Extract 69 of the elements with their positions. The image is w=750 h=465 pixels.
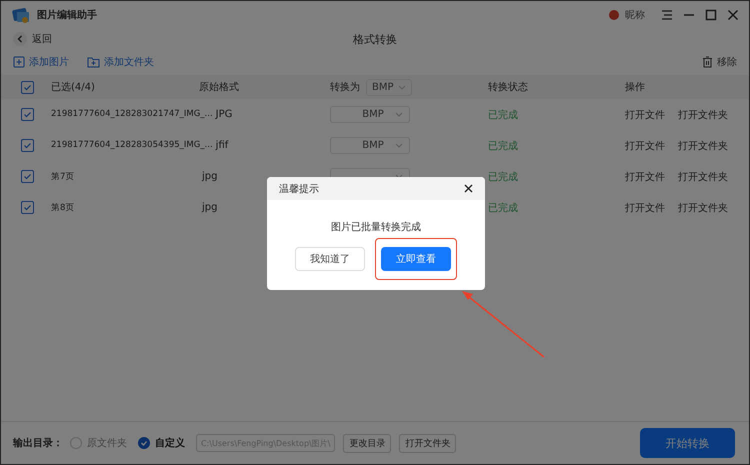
file-name: 21981777604_128283054395_IMG_... xyxy=(51,140,213,151)
action-link[interactable]: 打开文件夹 xyxy=(678,138,728,152)
status-text: 已完成 xyxy=(488,170,519,184)
action-link[interactable]: 打开文件 xyxy=(625,138,665,152)
row-checkbox[interactable] xyxy=(21,139,34,152)
trash-icon[interactable] xyxy=(702,56,713,68)
output-label: 输出目录： xyxy=(13,436,63,450)
dialog-title: 温馨提示 xyxy=(279,182,319,196)
action-link[interactable]: 打开文件 xyxy=(625,108,665,122)
check-icon xyxy=(23,172,32,181)
column-header: 转换为 xyxy=(330,80,360,94)
column-header: 操作 xyxy=(625,81,645,94)
action-link[interactable]: 打开文件夹 xyxy=(678,170,728,184)
action-link[interactable]: 打开文件夹 xyxy=(678,108,728,122)
page-title: 格式转换 xyxy=(353,32,397,46)
menu-icon[interactable] xyxy=(661,9,673,21)
status-text: 已完成 xyxy=(488,202,519,214)
radio-button[interactable] xyxy=(138,437,150,449)
add-folder-button[interactable]: 添加文件夹 xyxy=(104,55,154,69)
row-checkbox[interactable] xyxy=(21,170,34,183)
action-link[interactable]: 打开文件 xyxy=(625,170,665,184)
add-image-button[interactable]: 添加图片 xyxy=(29,55,69,69)
action-link[interactable]: 打开文件 xyxy=(625,200,665,214)
select-all-checkbox[interactable] xyxy=(21,80,34,94)
avatar-icon[interactable] xyxy=(609,10,619,20)
dialog-message: 图片已批量转换完成 xyxy=(330,220,422,234)
back-icon[interactable] xyxy=(13,32,27,46)
column-header: 转换状态 xyxy=(488,80,529,94)
format-dropdown[interactable]: BMP xyxy=(330,106,410,123)
add-folder-icon[interactable] xyxy=(87,56,100,68)
row-checkbox[interactable] xyxy=(21,201,34,214)
column-header: 已选(4/4) xyxy=(51,80,96,94)
back-link[interactable]: 返回 xyxy=(32,32,52,46)
start-convert-button[interactable]: 开始转换 xyxy=(640,428,735,458)
add-file-icon[interactable] xyxy=(13,56,25,68)
remove-button[interactable]: 移除 xyxy=(717,55,737,69)
file-name: 第8页 xyxy=(51,202,76,214)
folder-button[interactable]: 更改目录 xyxy=(343,434,392,452)
file-format: jfif xyxy=(216,140,228,151)
close-icon[interactable] xyxy=(464,184,473,193)
file-format: jpg xyxy=(202,170,218,182)
caret-icon xyxy=(398,84,406,90)
dialog-button[interactable]: 我知道了 xyxy=(295,247,365,271)
check-icon xyxy=(140,439,148,447)
dialog-button[interactable]: 立即查看 xyxy=(381,247,451,271)
format-dropdown[interactable]: BMP xyxy=(330,137,410,154)
radio-label[interactable]: 原文件夹 xyxy=(87,436,127,450)
status-text: 已完成 xyxy=(488,108,519,122)
caret-icon xyxy=(395,112,403,117)
file-name: 第7页 xyxy=(51,170,76,182)
check-icon xyxy=(23,203,32,212)
folder-button[interactable]: 打开文件夹 xyxy=(399,434,456,452)
app-title: 图片编辑助手 xyxy=(37,8,97,22)
check-icon xyxy=(23,82,32,92)
row-checkbox[interactable] xyxy=(21,108,34,121)
check-icon xyxy=(23,141,32,150)
format-dropdown[interactable]: BMP xyxy=(366,78,412,96)
radio-label[interactable]: 自定义 xyxy=(155,436,185,450)
caret-icon xyxy=(395,143,403,148)
column-header: 原始格式 xyxy=(199,80,240,94)
file-name: 21981777604_128283021747_IMG_... xyxy=(51,109,213,120)
check-icon xyxy=(23,110,32,119)
app-logo-icon xyxy=(11,6,31,24)
file-format: JPG xyxy=(216,109,232,120)
maximize-icon[interactable] xyxy=(705,9,717,21)
file-format: jpg xyxy=(202,202,218,214)
user-name[interactable]: 昵称 xyxy=(625,8,645,22)
status-text: 已完成 xyxy=(488,140,519,152)
action-link[interactable]: 打开文件夹 xyxy=(678,200,728,214)
